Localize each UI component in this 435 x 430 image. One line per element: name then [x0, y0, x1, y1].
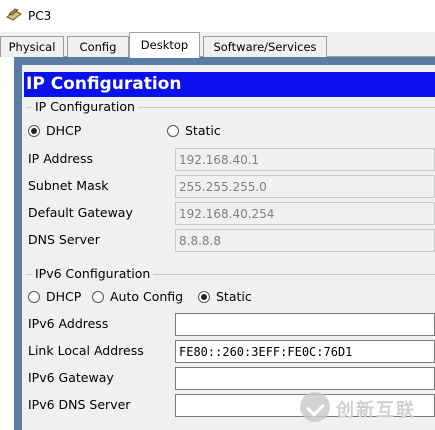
ipv6-static-radio[interactable] — [198, 291, 210, 303]
subnet-mask-label: Subnet Mask — [28, 178, 109, 193]
ip-address-field[interactable]: 192.168.40.1 — [175, 148, 435, 171]
dns-server-label: DNS Server — [28, 232, 100, 247]
default-gateway-label: Default Gateway — [28, 205, 133, 220]
default-gateway-field[interactable]: 192.168.40.254 — [175, 202, 435, 225]
window-title: PC3 — [28, 9, 52, 23]
tab-software-services[interactable]: Software/Services — [203, 36, 327, 57]
frame-border-left — [14, 57, 22, 430]
subnet-mask-field[interactable]: 255.255.255.0 — [175, 175, 435, 198]
dns-server-field[interactable]: 8.8.8.8 — [175, 229, 435, 252]
link-local-address-field[interactable]: FE80::260:3EFF:FE0C:76D1 — [175, 340, 435, 363]
ipv6-dns-server-label: IPv6 DNS Server — [28, 397, 131, 412]
dhcp-radio[interactable] — [28, 125, 40, 137]
ipv6-gateway-field[interactable] — [175, 367, 435, 390]
tab-strip: Physical Config Desktop Software/Service… — [0, 32, 435, 58]
watermark-text: 创新互联 — [336, 400, 416, 421]
frame-border-top — [14, 57, 435, 65]
tab-config[interactable]: Config — [67, 36, 129, 57]
watermark: 创新互联 — [300, 388, 435, 430]
ipv6-address-field[interactable] — [175, 313, 435, 336]
static-radio-label[interactable]: Static — [185, 123, 221, 138]
ipv6-static-radio-label[interactable]: Static — [216, 289, 252, 304]
title-bar: PC3 — [0, 0, 435, 32]
ipv6-auto-config-radio[interactable] — [92, 291, 104, 303]
tab-physical[interactable]: Physical — [0, 36, 64, 57]
ipv6-gateway-label: IPv6 Gateway — [28, 370, 114, 385]
ipv6-dhcp-radio[interactable] — [28, 291, 40, 303]
ipv6-dhcp-radio-label[interactable]: DHCP — [46, 289, 81, 304]
dhcp-radio-label[interactable]: DHCP — [46, 123, 81, 138]
watermark-logo-icon — [300, 392, 330, 422]
pc-icon — [6, 8, 22, 22]
link-local-address-label: Link Local Address — [28, 343, 144, 358]
static-radio[interactable] — [167, 125, 179, 137]
ipv6-auto-config-radio-label[interactable]: Auto Config — [110, 289, 183, 304]
page-title: IP Configuration — [24, 72, 435, 97]
tab-desktop[interactable]: Desktop — [129, 32, 200, 58]
ip-address-label: IP Address — [28, 151, 93, 166]
ipv6-address-label: IPv6 Address — [28, 316, 109, 331]
ipv4-group-title: IP Configuration — [32, 99, 138, 114]
ipv6-group-title: IPv6 Configuration — [32, 266, 154, 281]
